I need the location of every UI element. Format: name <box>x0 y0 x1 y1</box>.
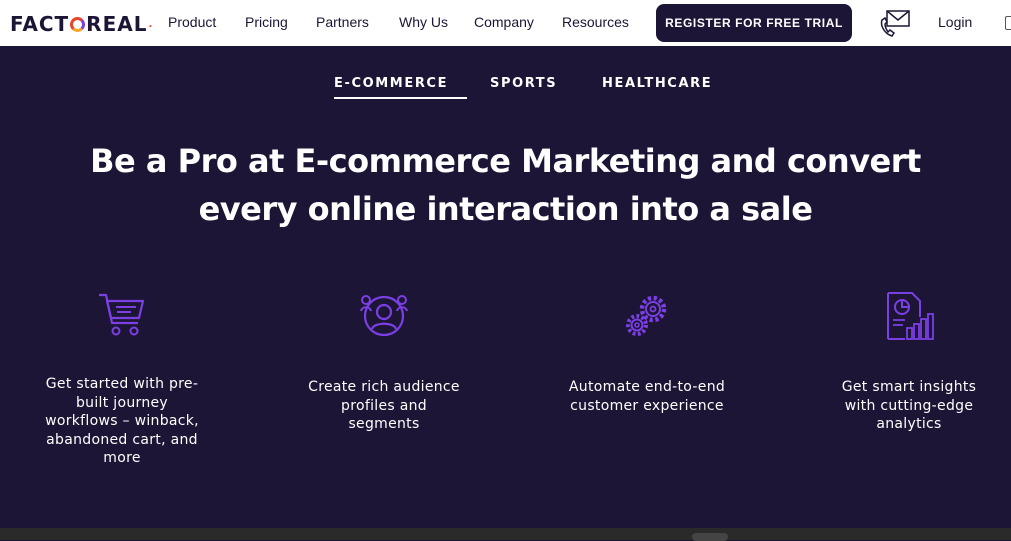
login-link[interactable]: Login <box>938 14 972 30</box>
audience-profile-icon <box>360 295 408 337</box>
factoreal-logo[interactable]: FACT REAL . <box>10 12 154 36</box>
feature-smart-insights-text: Get smart insights with cutting-edge ana… <box>824 378 994 434</box>
logo-o-icon <box>70 16 86 32</box>
analytics-report-icon <box>887 292 934 340</box>
hero-title-line-2: every online interaction into a sale <box>198 190 813 228</box>
menu-icon[interactable] <box>1005 16 1011 30</box>
feature-3-line: Automate end-to-end <box>568 379 726 395</box>
feature-2-line: Create rich audience <box>308 379 460 395</box>
tab-e-commerce[interactable]: E-COMMERCE <box>334 76 448 91</box>
feature-2-line: profiles and <box>341 397 427 414</box>
hero-title-line-1: Be a Pro at E-commerce Marketing and con… <box>90 142 921 180</box>
logo-text-left: FACT <box>10 12 70 36</box>
feature-journey-workflows-text: Get started with pre- built journey work… <box>37 375 207 468</box>
feature-4-line: analytics <box>876 416 942 432</box>
feature-1-line: Get started with pre- <box>45 376 199 392</box>
gears-icon <box>626 295 667 336</box>
feature-1-line: workflows – winback, <box>45 413 199 429</box>
nav-why-us[interactable]: Why Us <box>399 14 448 30</box>
feature-1-line: more <box>103 450 141 466</box>
nav-pricing[interactable]: Pricing <box>245 14 288 30</box>
feature-3-line: customer experience <box>570 397 724 414</box>
feature-2-line: segments <box>348 416 420 432</box>
register-free-trial-button[interactable]: REGISTER FOR FREE TRIAL <box>656 4 852 42</box>
contact-envelope-icon[interactable] <box>879 8 911 38</box>
logo-dot: . <box>148 18 154 30</box>
feature-4-line: with cutting-edge <box>844 397 974 414</box>
nav-product[interactable]: Product <box>168 14 216 30</box>
nav-partners[interactable]: Partners <box>316 14 369 30</box>
tab-healthcare[interactable]: HEALTHCARE <box>602 76 712 91</box>
nav-resources[interactable]: Resources <box>562 14 629 30</box>
feature-4-line: Get smart insights <box>841 379 977 395</box>
shopping-cart-icon <box>99 293 145 336</box>
top-navigation: FACT REAL . Product Pricing Partners Why… <box>0 0 1011 46</box>
tab-sports[interactable]: SPORTS <box>490 76 557 91</box>
feature-1-line: abandoned cart, and <box>46 431 198 448</box>
feature-audience-profiles-text: Create rich audience profiles and segmen… <box>299 378 469 434</box>
feature-automate-text: Automate end-to-end customer experience <box>562 378 732 415</box>
logo-text-right: REAL <box>86 12 148 36</box>
nav-company[interactable]: Company <box>474 14 534 30</box>
bottom-bar <box>0 528 1011 540</box>
feature-1-line: built journey <box>76 394 168 411</box>
active-tab-indicator <box>334 97 467 99</box>
